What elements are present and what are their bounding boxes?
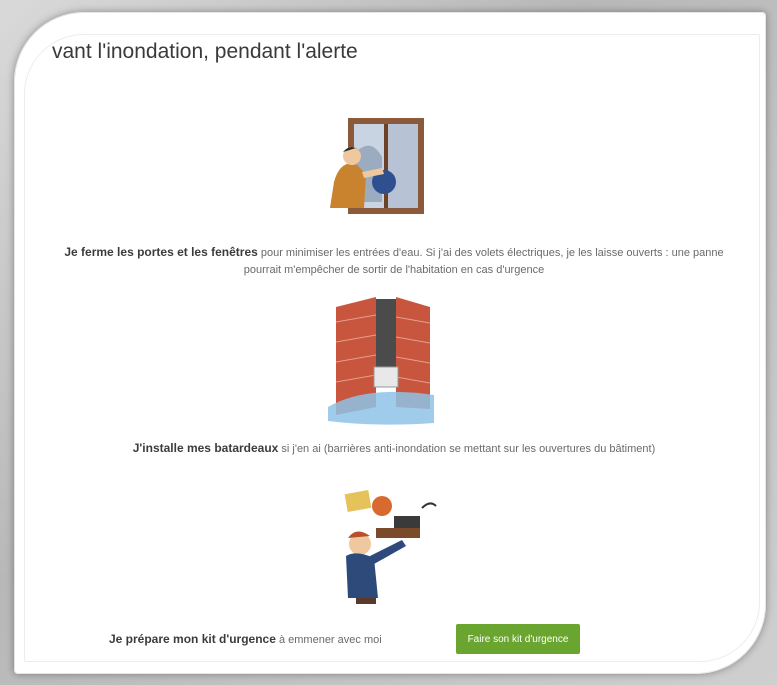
make-emergency-kit-button[interactable]: Faire son kit d'urgence [456, 624, 580, 654]
item-close-doors-bold: Je ferme les portes et les fenêtres [64, 245, 258, 259]
item-batardeaux-text: J'installe mes batardeaux si j'en ai (ba… [44, 440, 744, 458]
content-card: vant l'inondation, pendant l'alerte Je f… [14, 12, 766, 674]
flood-barrier-illustration [328, 297, 434, 425]
item-close-doors-desc-2: pourrait m'empêcher de sortir de l'habit… [243, 264, 545, 276]
man-closing-window-illustration [330, 118, 424, 214]
emergency-kit-illustration [344, 490, 437, 604]
item-batardeaux-bold: J'installe mes batardeaux [132, 441, 279, 455]
section-title: vant l'inondation, pendant l'alerte [52, 40, 358, 63]
item-kit-desc: à emmener avec moi [275, 634, 382, 646]
item-kit-text: Je prépare mon kit d'urgence à emmener a… [109, 632, 382, 646]
item-batardeaux-desc: si j'en ai (barrières anti-inondation se… [278, 443, 656, 455]
item-close-doors-desc: pour minimiser les entrées d'eau. Si j'a… [257, 247, 724, 259]
item-close-doors-text: Je ferme les portes et les fenêtres pour… [44, 244, 744, 279]
item-kit-bold: Je prépare mon kit d'urgence [109, 632, 276, 646]
